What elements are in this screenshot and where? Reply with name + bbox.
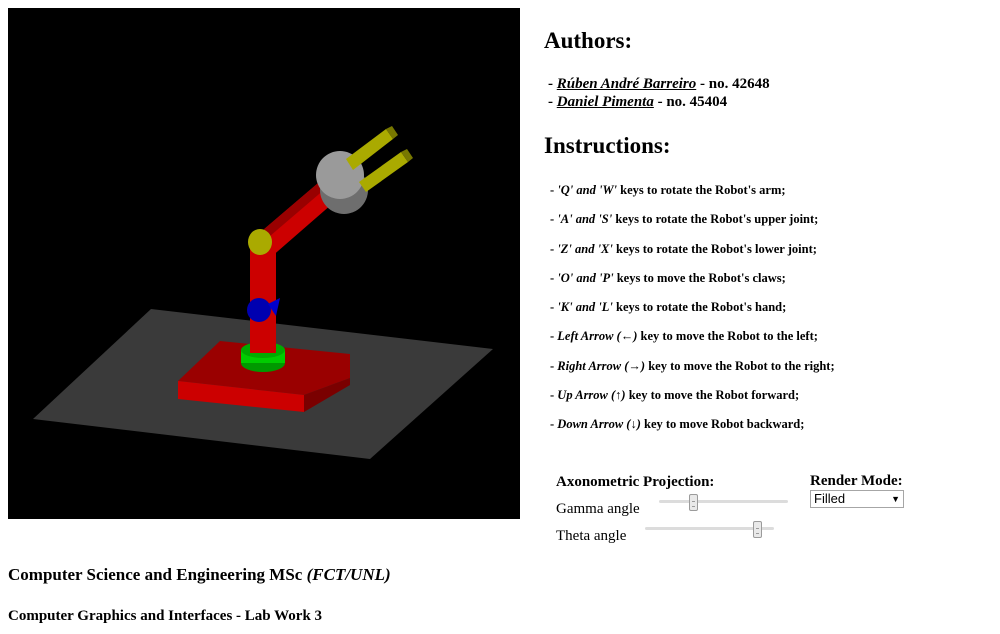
theta-label: Theta angle bbox=[556, 528, 627, 544]
instruction-item: - 'Z' and 'X' keys to rotate the Robot's… bbox=[550, 241, 817, 256]
instruction-keys: Down Arrow (↓) bbox=[557, 417, 641, 432]
author-link[interactable]: Rúben André Barreiro bbox=[557, 76, 696, 92]
instruction-keys: 'Q' and 'W' bbox=[557, 183, 618, 197]
instruction-item: - 'O' and 'P' keys to move the Robot's c… bbox=[550, 270, 786, 285]
instruction-item: - 'Q' and 'W' keys to rotate the Robot's… bbox=[550, 183, 786, 197]
instructions-heading: Instructions: bbox=[544, 133, 671, 158]
instruction-item: - Up Arrow (↑) key to move the Robot for… bbox=[550, 388, 800, 403]
render-mode-value: Filled bbox=[814, 491, 846, 506]
theta-slider[interactable] bbox=[645, 521, 774, 538]
author-item: - Rúben André Barreiro - no. 42648 bbox=[548, 76, 770, 92]
upper-joint bbox=[248, 229, 272, 255]
instruction-keys: Left Arrow (←) bbox=[557, 329, 638, 344]
robot-canvas[interactable] bbox=[8, 8, 520, 519]
instruction-text: key to move the Robot to the right; bbox=[648, 358, 835, 373]
gamma-label: Gamma angle bbox=[556, 501, 640, 517]
instruction-text: keys to rotate the Robot's arm; bbox=[620, 183, 786, 197]
instruction-text: key to move Robot backward; bbox=[644, 417, 805, 432]
instruction-text: keys to rotate the Robot's hand; bbox=[616, 300, 787, 315]
render-mode-select[interactable]: Filled ▼ bbox=[810, 490, 904, 508]
page: Authors: - Rúben André Barreiro - no. 42… bbox=[0, 0, 1000, 634]
instructions-list: - 'Q' and 'W' keys to rotate the Robot's… bbox=[550, 180, 835, 444]
course-institution: (FCT/UNL) bbox=[306, 565, 391, 584]
gamma-slider[interactable] bbox=[659, 494, 788, 511]
instruction-text: keys to rotate the Robot's upper joint; bbox=[615, 212, 819, 227]
chevron-down-icon: ▼ bbox=[891, 494, 900, 504]
instruction-item: - 'A' and 'S' keys to rotate the Robot's… bbox=[550, 212, 819, 227]
instruction-keys: 'A' and 'S' bbox=[557, 212, 613, 227]
author-item: - Daniel Pimenta - no. 45404 bbox=[548, 94, 728, 110]
authors-heading: Authors: bbox=[544, 28, 633, 53]
instruction-keys: 'Z' and 'X' bbox=[557, 241, 613, 256]
gamma-slider-track bbox=[659, 500, 788, 503]
author-number: - no. 45404 bbox=[657, 94, 728, 110]
instruction-text: key to move the Robot to the left; bbox=[640, 329, 818, 344]
instruction-item: - Left Arrow (←) key to move the Robot t… bbox=[550, 329, 818, 344]
instruction-keys: Up Arrow (↑) bbox=[557, 388, 626, 403]
author-number: - no. 42648 bbox=[699, 76, 770, 92]
lab-title: Computer Graphics and Interfaces - Lab W… bbox=[8, 608, 323, 624]
instruction-item: - Down Arrow (↓) key to move Robot backw… bbox=[550, 417, 805, 432]
robot-scene bbox=[8, 8, 520, 519]
authors-list: - Rúben André Barreiro - no. 42648 - Dan… bbox=[548, 75, 770, 111]
instruction-keys: 'K' and 'L' bbox=[557, 300, 613, 315]
lower-joint bbox=[247, 298, 271, 322]
instruction-item: - 'K' and 'L' keys to rotate the Robot's… bbox=[550, 300, 787, 315]
course-name: Computer Science and Engineering MSc bbox=[8, 565, 303, 584]
projection-heading: Axonometric Projection: bbox=[556, 474, 715, 490]
instruction-item: - Right Arrow (→) key to move the Robot … bbox=[550, 358, 835, 373]
instruction-keys: Right Arrow (→) bbox=[557, 358, 646, 373]
instruction-text: keys to rotate the Robot's lower joint; bbox=[616, 241, 817, 256]
theta-slider-thumb[interactable] bbox=[753, 521, 762, 538]
gamma-slider-thumb[interactable] bbox=[689, 494, 698, 511]
render-mode-heading: Render Mode: bbox=[810, 473, 903, 489]
instruction-keys: 'O' and 'P' bbox=[557, 270, 614, 285]
author-link[interactable]: Daniel Pimenta bbox=[557, 94, 654, 110]
instruction-text: key to move the Robot forward; bbox=[628, 388, 800, 403]
instruction-text: keys to move the Robot's claws; bbox=[616, 270, 786, 285]
course-title: Computer Science and Engineering MSc (FC… bbox=[8, 565, 391, 585]
